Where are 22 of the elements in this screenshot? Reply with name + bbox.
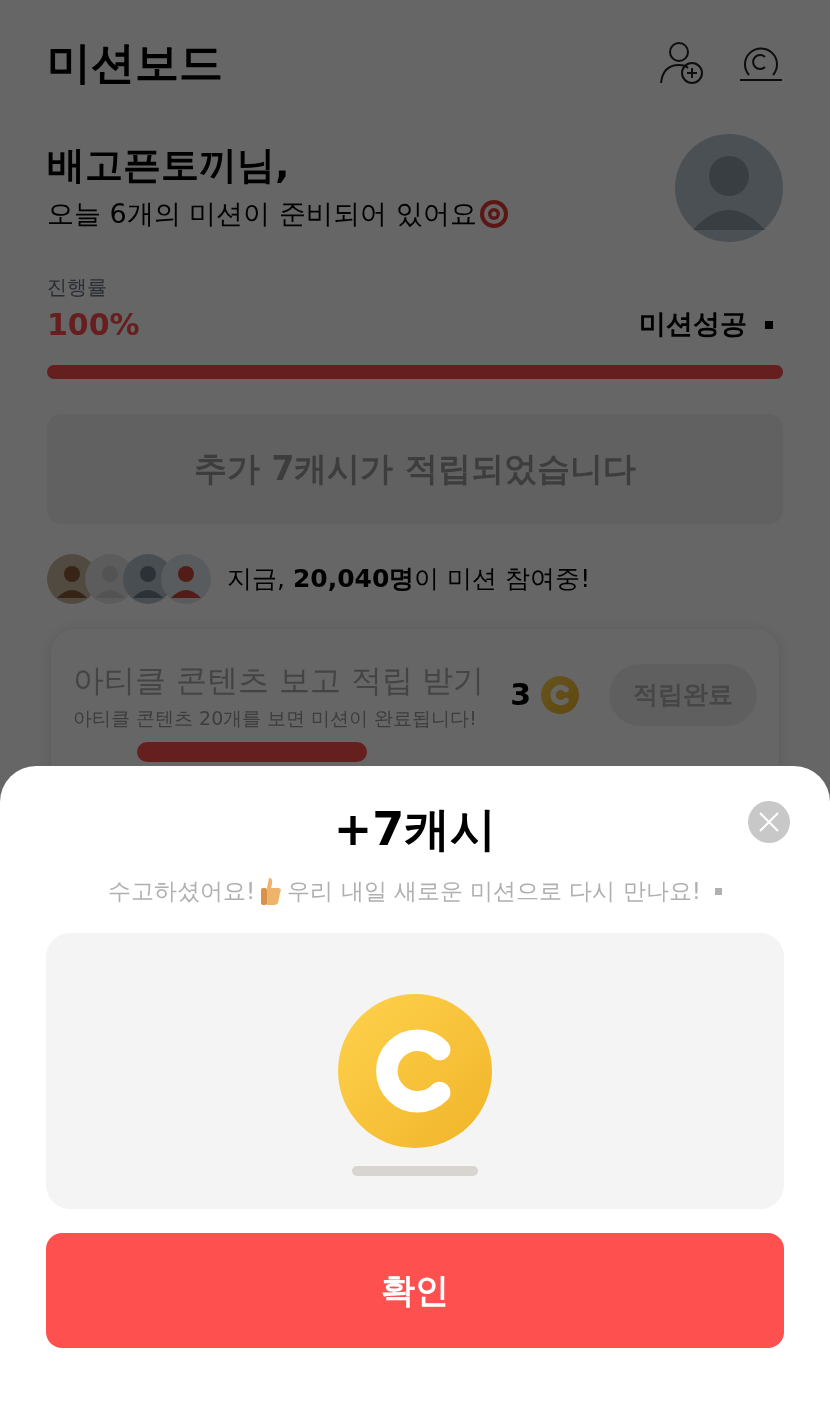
participants-text: 지금, 20,040명이 미션 참여중!	[227, 563, 591, 596]
target-icon	[478, 198, 509, 229]
page-title: 미션보드	[47, 36, 223, 90]
greeting-message: 오늘 6개의 미션이 준비되어 있어요	[47, 196, 477, 231]
coin-icon[interactable]	[739, 44, 783, 82]
dialog-message: 우리 내일 새로운 미션으로 다시 만나요!	[287, 877, 701, 906]
dialog-message: 수고하셨어요!	[108, 877, 256, 906]
square-icon	[715, 887, 722, 895]
dialog-title: +7캐시	[333, 806, 497, 852]
progress-label: 진행률	[47, 274, 108, 301]
coin-icon	[541, 675, 579, 714]
mission-reward: 3	[510, 676, 531, 714]
avatar	[161, 554, 211, 604]
confirm-button[interactable]: 확인	[46, 1232, 784, 1348]
square-icon	[765, 320, 773, 329]
add-person-icon[interactable]	[659, 41, 705, 85]
thumbs-up-icon	[259, 876, 284, 907]
progress-percent: 100%	[47, 306, 140, 344]
greeting-name: 배고픈토끼님,	[47, 142, 291, 189]
close-icon	[759, 812, 779, 832]
progress-status: 미션성공	[639, 307, 747, 342]
profile-avatar[interactable]	[675, 134, 783, 242]
